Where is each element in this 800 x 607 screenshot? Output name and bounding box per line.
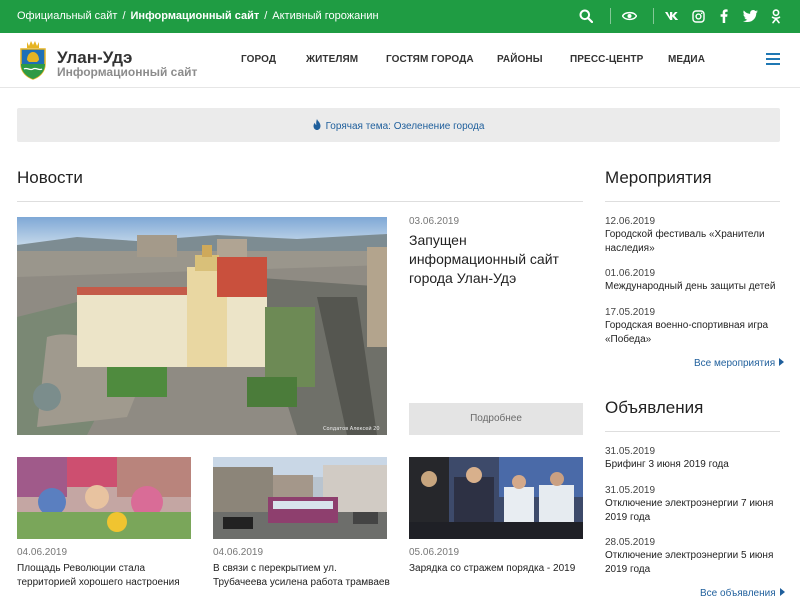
- main-news-date: 03.06.2019: [409, 216, 460, 227]
- news-card-title[interactable]: Зарядка со стражем порядка - 2019: [409, 562, 587, 576]
- more-button[interactable]: Подробнее: [409, 403, 583, 435]
- eye-icon[interactable]: [619, 6, 639, 26]
- site-subtitle: Информационный сайт: [57, 65, 198, 79]
- top-icons: [570, 6, 786, 26]
- all-events-label: Все мероприятия: [694, 358, 776, 369]
- search-icon[interactable]: [576, 6, 596, 26]
- twitter-icon[interactable]: [740, 6, 760, 26]
- main-news-image[interactable]: Солдатов Алексей 20: [17, 217, 387, 435]
- ad-title[interactable]: Отключение электроэнергии 5 июня 2019 го…: [605, 549, 783, 577]
- main-news-title[interactable]: Запущен информационный сайт города Улан-…: [409, 231, 579, 288]
- event-title[interactable]: Городской фестиваль «Хранители наследия»: [605, 228, 783, 256]
- city-emblem-icon[interactable]: [18, 40, 48, 80]
- event-title[interactable]: Международный день защиты детей: [605, 280, 783, 294]
- arrow-right-icon: [779, 358, 785, 366]
- nav-guests[interactable]: ГОСТЯМ ГОРОДА: [386, 54, 474, 65]
- instagram-icon[interactable]: [688, 6, 708, 26]
- divider: [605, 431, 780, 432]
- news-card-title[interactable]: Площадь Революции стала территорией хоро…: [17, 562, 195, 590]
- all-events-link[interactable]: Все мероприятия: [694, 358, 785, 369]
- active-citizen-link[interactable]: Активный горожанин: [272, 10, 378, 22]
- separator: /: [122, 10, 126, 22]
- photo-credit: Солдатов Алексей 20: [323, 425, 380, 432]
- divider: [653, 8, 654, 24]
- event-date: 17.05.2019: [605, 307, 656, 318]
- news-card-image[interactable]: [409, 457, 583, 539]
- nav-media[interactable]: МЕДИА: [668, 54, 705, 65]
- arrow-right-icon: [779, 588, 785, 596]
- divider: [610, 8, 611, 24]
- nav-city[interactable]: ГОРОД: [241, 54, 276, 65]
- news-card-date: 04.06.2019: [213, 547, 264, 558]
- news-card-title[interactable]: В связи с перекрытием ул. Трубачеева уси…: [213, 562, 391, 590]
- menu-icon[interactable]: [766, 53, 780, 65]
- event-date: 01.06.2019: [605, 268, 656, 279]
- ad-date: 31.05.2019: [605, 485, 656, 496]
- divider: [605, 201, 780, 202]
- nav-districts[interactable]: РАЙОНЫ: [497, 54, 543, 65]
- ad-date: 31.05.2019: [605, 446, 656, 457]
- news-card-image[interactable]: [17, 457, 191, 539]
- ad-title[interactable]: Брифинг 3 июня 2019 года: [605, 458, 783, 472]
- top-bar: Официальный сайт / Информационный сайт / Акт…: [0, 0, 800, 33]
- news-card-date: 04.06.2019: [17, 547, 68, 558]
- events-heading[interactable]: Мероприятия: [605, 168, 712, 188]
- hot-topic-label: Горячая тема: Озеленение города: [325, 121, 485, 132]
- odnoklassniki-icon[interactable]: [766, 6, 786, 26]
- ad-date: 28.05.2019: [605, 537, 656, 548]
- flame-icon: [313, 119, 321, 133]
- event-date: 12.06.2019: [605, 216, 656, 227]
- nav-residents[interactable]: ЖИТЕЛЯМ: [306, 54, 358, 65]
- vk-icon[interactable]: [662, 6, 682, 26]
- all-ads-label: Все объявления: [700, 588, 776, 599]
- hot-topic[interactable]: Горячая тема: Озеленение города: [17, 119, 780, 133]
- event-title[interactable]: Городская военно-спортивная игра «Победа…: [605, 319, 783, 347]
- info-site-link[interactable]: Информационный сайт: [131, 10, 260, 22]
- separator: /: [264, 10, 268, 22]
- news-card-date: 05.06.2019: [409, 547, 460, 558]
- ad-title[interactable]: Отключение электроэнергии 7 июня 2019 го…: [605, 497, 783, 525]
- news-card-image[interactable]: [213, 457, 387, 539]
- all-ads-link[interactable]: Все объявления: [700, 588, 785, 599]
- site-header: Улан-Удэ Информационный сайт ГОРОД ЖИТЕЛ…: [0, 33, 800, 88]
- divider: [17, 201, 583, 202]
- news-heading[interactable]: Новости: [17, 168, 83, 188]
- site-switcher: Официальный сайт / Информационный сайт / Акт…: [17, 10, 379, 22]
- nav-press-center[interactable]: ПРЕСС-ЦЕНТР: [570, 54, 643, 65]
- official-site-link[interactable]: Официальный сайт: [17, 10, 117, 22]
- facebook-icon[interactable]: [714, 6, 734, 26]
- ads-heading[interactable]: Объявления: [605, 398, 703, 418]
- hot-topic-bar: Горячая тема: Озеленение города: [17, 108, 780, 142]
